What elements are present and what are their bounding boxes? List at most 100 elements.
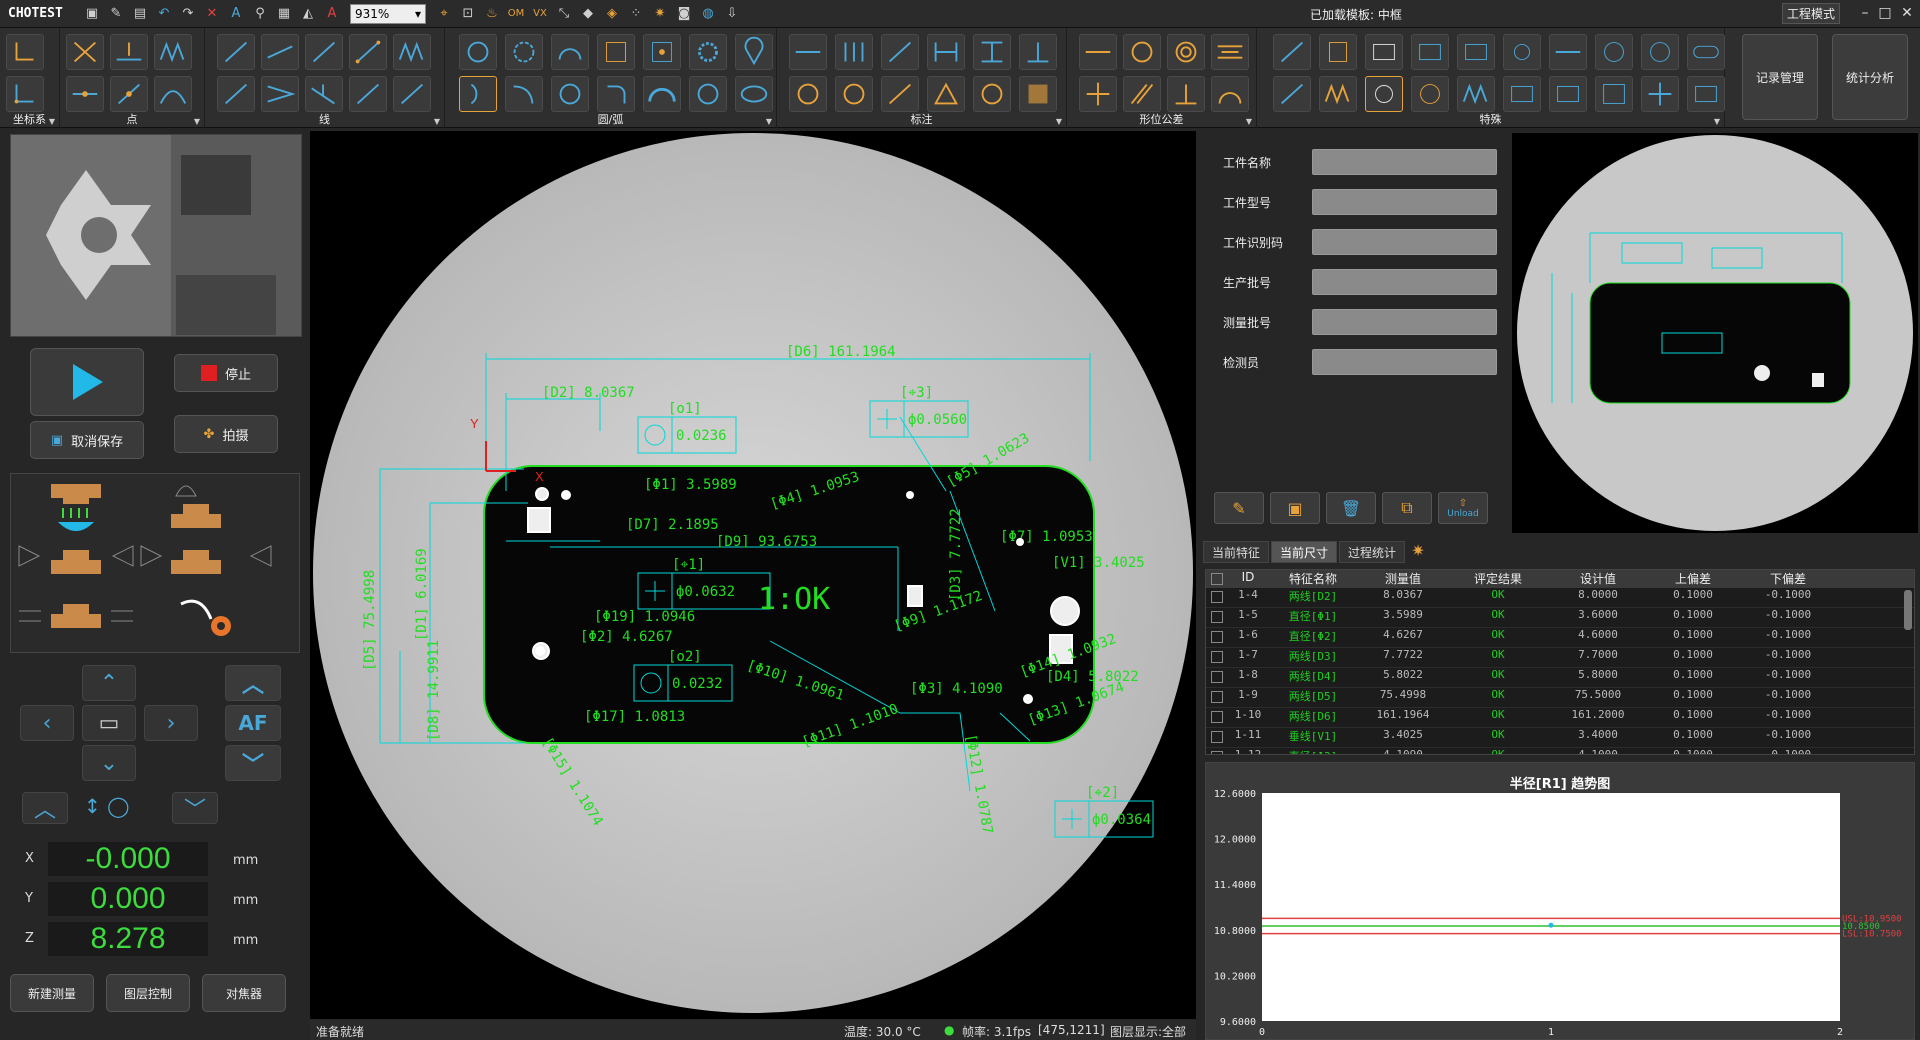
table-row[interactable]: 1-6 直径[Φ2] 4.6267 OK 4.6000 0.1000 -0.1000 — [1206, 628, 1914, 648]
special-18-button[interactable] — [1595, 76, 1633, 112]
dots-icon[interactable]: ⁘ — [626, 4, 646, 24]
dim-multi-button[interactable] — [835, 34, 873, 70]
line-tangent-button[interactable] — [393, 76, 431, 112]
new-measure-button[interactable]: 新建测量 — [10, 974, 94, 1012]
line-points-button[interactable] — [261, 34, 299, 70]
row-checkbox[interactable] — [1206, 748, 1228, 754]
special-12-button[interactable] — [1319, 76, 1357, 112]
dim-arc-button[interactable] — [881, 76, 919, 112]
top-light-icon[interactable] — [51, 484, 101, 531]
tab-process-stats[interactable]: 过程统计 — [1339, 541, 1406, 563]
special-10-button[interactable] — [1687, 34, 1725, 70]
arc-fit-button[interactable] — [551, 34, 589, 70]
special-11-button[interactable] — [1273, 76, 1311, 112]
save-button[interactable]: ▣ — [1270, 492, 1320, 524]
bottom-light-icon[interactable] — [19, 604, 133, 628]
field-input-inspector[interactable] — [1312, 349, 1497, 375]
focus-button[interactable]: 对焦器 — [202, 974, 286, 1012]
chevron-down-icon[interactable]: ▼ — [49, 117, 55, 126]
save-icon[interactable]: ▣ — [82, 4, 102, 24]
field-input-model[interactable] — [1312, 189, 1497, 215]
circle-gear-button[interactable] — [689, 34, 727, 70]
row-checkbox[interactable] — [1206, 708, 1228, 727]
chevron-down-icon[interactable]: ▼ — [766, 117, 772, 126]
export-icon[interactable]: ▤ — [130, 4, 150, 24]
dim-vertical-button[interactable] — [1019, 34, 1057, 70]
special-14-button[interactable] — [1411, 76, 1449, 112]
header-id[interactable]: ID — [1228, 570, 1268, 588]
tol-position-button[interactable] — [1079, 76, 1117, 112]
edit-button[interactable]: ✎ — [1214, 492, 1264, 524]
minimize-icon[interactable]: – — [1856, 4, 1874, 22]
table-scrollbar[interactable] — [1904, 590, 1912, 630]
table-row[interactable]: 1-8 两线[D4] 5.8022 OK 5.8000 0.1000 -0.1000 — [1206, 668, 1914, 688]
special-19-button[interactable] — [1641, 76, 1679, 112]
light-settings-icon[interactable] — [180, 599, 231, 636]
special-16-button[interactable] — [1503, 76, 1541, 112]
cancel-save-button[interactable]: ▣ 取消保存 — [30, 421, 144, 459]
redo-icon[interactable]: ↷ — [178, 4, 198, 24]
grid-icon[interactable]: ▦ — [274, 4, 294, 24]
special-13-button[interactable] — [1365, 76, 1403, 112]
special-17-button[interactable] — [1549, 76, 1587, 112]
overview-map[interactable] — [1512, 133, 1918, 533]
move-right-button[interactable]: › — [144, 705, 198, 741]
move-up-button[interactable]: ⌃ — [82, 665, 136, 701]
arc-corner-button[interactable] — [597, 76, 635, 112]
line-parallel-button[interactable] — [349, 76, 387, 112]
special-1-button[interactable] — [1273, 34, 1311, 70]
tol-profile-button[interactable] — [1211, 76, 1249, 112]
table-row[interactable]: 1-4 两线[D2] 8.0367 OK 8.0000 0.1000 -0.1000 — [1206, 588, 1914, 608]
line-wave-button[interactable] — [393, 34, 431, 70]
row-checkbox[interactable] — [1206, 588, 1228, 607]
gear-icon[interactable]: ✷ — [1407, 541, 1429, 563]
header-upper[interactable]: 上偏差 — [1648, 570, 1738, 588]
shapes-icon[interactable]: ◆ — [578, 4, 598, 24]
tol-concentric-button[interactable] — [1167, 34, 1205, 70]
header-lower[interactable]: 下偏差 — [1738, 570, 1838, 588]
side-light-icon[interactable] — [140, 545, 272, 574]
line-two-point-button[interactable] — [349, 34, 387, 70]
zoom-down-button[interactable]: ﹀ — [172, 792, 218, 824]
row-checkbox[interactable] — [1206, 668, 1228, 687]
ring-light-icon[interactable] — [18, 545, 134, 574]
capture-button[interactable]: ✤ 拍摄 — [174, 415, 278, 453]
tab-current-feature[interactable]: 当前特征 — [1203, 541, 1270, 563]
vx-icon[interactable]: VX — [530, 4, 550, 24]
table-row[interactable]: 1-12 直径[Φ3] 4.1090 OK 4.1000 0.1000 -0.1000 — [1206, 748, 1914, 754]
field-input-code[interactable] — [1312, 229, 1497, 255]
text-icon[interactable]: A — [322, 4, 342, 24]
undo-icon[interactable]: ↶ — [154, 4, 174, 24]
copy-button[interactable]: ⧉ — [1382, 492, 1432, 524]
maximize-icon[interactable]: □ — [1876, 4, 1894, 22]
camera-view[interactable]: Y X 1:OK [D6] 161.1964 [D2] 8.0367 [o1] … — [310, 131, 1196, 1019]
header-design[interactable]: 设计值 — [1548, 570, 1648, 588]
dim-mm-button[interactable] — [973, 76, 1011, 112]
table-row[interactable]: 1-10 两线[D6] 161.1964 OK 161.2000 0.1000 -0.100… — [1206, 708, 1914, 728]
tol-perp-button[interactable] — [1167, 76, 1205, 112]
line-bisect-button[interactable] — [217, 76, 255, 112]
row-checkbox[interactable] — [1206, 648, 1228, 667]
circle-rotate-button[interactable] — [689, 76, 727, 112]
om-icon[interactable]: OM — [506, 4, 526, 24]
camera-icon[interactable]: ◙ — [674, 4, 694, 24]
point-edge-button[interactable] — [110, 34, 148, 70]
header-feature[interactable]: 特征名称 — [1268, 570, 1358, 588]
arc-tangent-button[interactable] — [505, 76, 543, 112]
special-5-button[interactable] — [1457, 34, 1495, 70]
chevron-down-icon[interactable]: ▼ — [434, 117, 440, 126]
globe-icon[interactable]: ◍ — [698, 4, 718, 24]
table-row[interactable]: 1-11 垂线[V1] 3.4025 OK 3.4000 0.1000 -0.1000 — [1206, 728, 1914, 748]
z-down-button[interactable]: ﹀ — [225, 745, 281, 781]
zoom-up-button[interactable]: ︿ — [22, 792, 68, 824]
cube-icon[interactable]: ◈ — [602, 4, 622, 24]
row-checkbox[interactable] — [1206, 728, 1228, 747]
point-mid-button[interactable] — [66, 76, 104, 112]
circle-grid-button[interactable] — [597, 34, 635, 70]
ellipse-button[interactable] — [735, 76, 773, 112]
chevron-down-icon[interactable]: ▼ — [1246, 117, 1252, 126]
special-20-button[interactable] — [1687, 76, 1725, 112]
tol-parallel-button[interactable] — [1123, 76, 1161, 112]
light-icon[interactable]: ♨ — [482, 4, 502, 24]
tol-straightness-button[interactable] — [1079, 34, 1117, 70]
